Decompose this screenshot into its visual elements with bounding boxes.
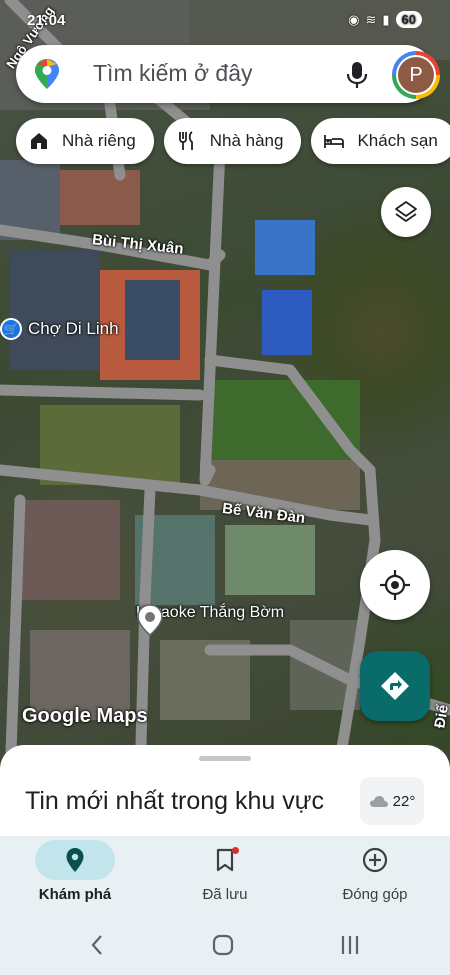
avatar[interactable]: P [392, 51, 440, 99]
signal-icon: ▮ [382, 11, 390, 27]
place-pin-icon [137, 604, 163, 636]
sheet-title: Tin mới nhất trong khu vực [25, 787, 324, 815]
avatar-initial: P [398, 57, 434, 93]
place-marker-cho-di-linh[interactable]: 🛒 Chợ Di Linh [0, 318, 119, 340]
notification-dot [232, 847, 239, 854]
chip-label: Nhà riêng [62, 131, 136, 150]
place-label: Chợ Di Linh [28, 319, 119, 338]
nav-contribute[interactable]: Đóng góp [300, 840, 450, 914]
google-maps-icon [35, 59, 59, 89]
category-chips: Nhà riêng Nhà hàng Khách sạn [16, 118, 450, 164]
shopping-cart-icon: 🛒 [0, 318, 22, 340]
nav-explore[interactable]: Khám phá [0, 840, 150, 914]
cloud-icon [369, 796, 388, 807]
add-circle-icon [362, 847, 388, 873]
layers-icon [395, 201, 417, 222]
nav-saved[interactable]: Đã lưu [150, 840, 300, 914]
search-bar[interactable]: Tìm kiếm ở đây P [16, 45, 440, 103]
drag-handle[interactable] [199, 756, 251, 761]
chip-restaurants[interactable]: Nhà hàng [163, 118, 302, 164]
nav-label: Đóng góp [342, 886, 408, 903]
place-marker-karaoke[interactable]: Karaoke Thắng Bờm [136, 604, 284, 636]
status-icons: ◉ ≋ ▮ 60 [348, 11, 422, 28]
home-button[interactable] [212, 934, 234, 961]
hotel-icon [324, 135, 345, 148]
chip-label: Nhà hàng [209, 131, 284, 150]
layers-button[interactable] [381, 187, 431, 237]
explore-pin-icon [66, 848, 84, 872]
search-input[interactable]: Tìm kiếm ở đây [93, 60, 253, 87]
location-icon: ◉ [348, 11, 360, 27]
home-icon [31, 133, 47, 149]
battery-indicator: 60 [395, 11, 422, 28]
back-icon [91, 935, 102, 955]
status-bar: 21:04 ◉ ≋ ▮ 60 [0, 0, 450, 40]
directions-icon [381, 672, 409, 700]
bottom-sheet[interactable]: Tin mới nhất trong khu vực 22° [0, 745, 450, 840]
directions-button[interactable] [360, 651, 430, 721]
weather-temp: 22° [392, 792, 416, 810]
weather-badge[interactable]: 22° [360, 777, 424, 825]
system-navigation [0, 916, 450, 975]
nav-label: Khám phá [38, 886, 112, 903]
chip-label: Khách sạn [357, 131, 438, 150]
my-location-icon [380, 570, 410, 600]
nav-label: Đã lưu [202, 886, 248, 903]
wifi-icon: ≋ [365, 11, 377, 27]
mic-icon[interactable] [344, 61, 370, 89]
street-label: Điể [431, 703, 450, 730]
my-location-button[interactable] [360, 550, 430, 620]
back-button[interactable] [90, 934, 104, 961]
status-time: 21:04 [27, 12, 66, 29]
google-maps-logo: Google Maps [22, 705, 148, 727]
home-circle-icon [212, 934, 234, 956]
restaurant-icon [178, 131, 193, 150]
recents-button[interactable] [340, 934, 360, 961]
chip-home[interactable]: Nhà riêng [16, 118, 154, 164]
bottom-navigation: Khám phá Đã lưu Đóng góp [0, 836, 450, 916]
chip-hotels[interactable]: Khách sạn [311, 118, 450, 164]
recents-icon [341, 936, 359, 954]
